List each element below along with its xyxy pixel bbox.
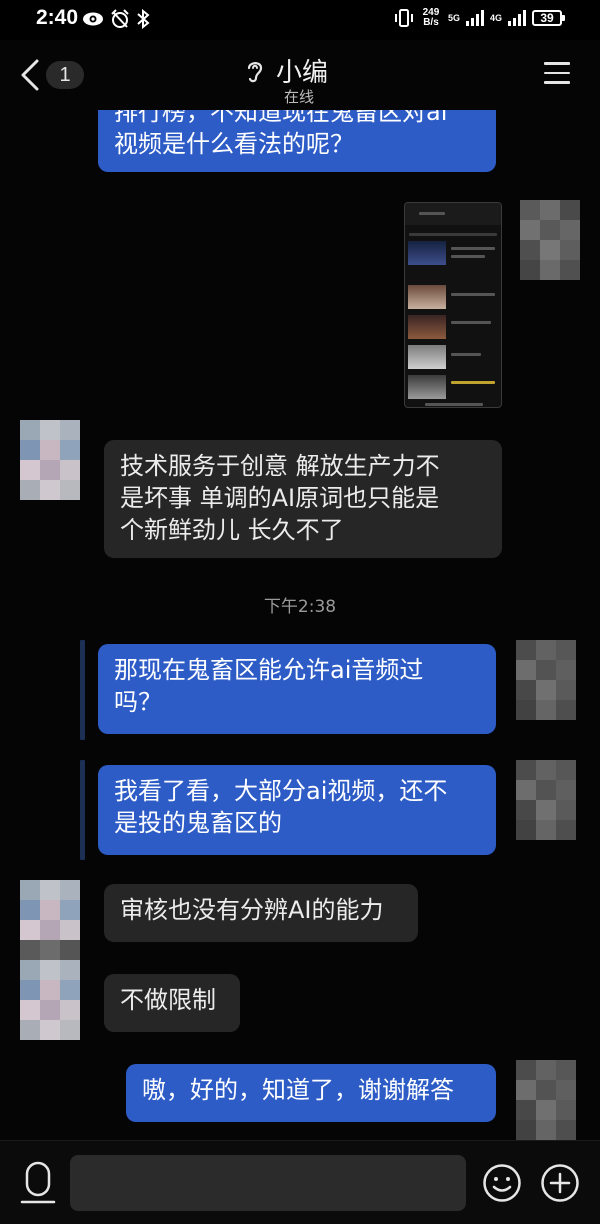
ear-icon: [247, 62, 263, 83]
avatar-self[interactable]: [516, 1060, 576, 1140]
image-message[interactable]: [404, 202, 502, 408]
chat-header: 1 小编 在线: [0, 40, 600, 110]
message-bubble-outgoing[interactable]: 排行榜，不知道现在鬼畜区对ai 视频是什么看法的呢？: [98, 110, 496, 172]
net-speed: 249 B/s: [420, 8, 442, 28]
more-button[interactable]: [540, 1163, 580, 1203]
net-speed-unit: B/s: [423, 17, 439, 28]
chevron-left-icon: [21, 59, 39, 91]
menu-button[interactable]: [544, 62, 570, 86]
contact-status: 在线: [284, 88, 315, 106]
thumb-image: [408, 285, 446, 309]
thumb-image: [408, 375, 446, 399]
thumb-tabs-line: [409, 233, 497, 236]
message-accent-bar: [80, 640, 85, 740]
thumb-title-line: [419, 212, 445, 215]
alarm-off-icon: [111, 9, 129, 28]
thumb-text-line: [451, 381, 495, 384]
message-bubble-outgoing[interactable]: 那现在鬼畜区能允许ai音频过 吗？: [98, 644, 496, 734]
smiley-icon: [483, 1164, 521, 1202]
thumb-footer-line: [425, 403, 483, 406]
menu-icon-line: [544, 81, 570, 84]
avatar-contact[interactable]: [20, 880, 80, 960]
input-bar: [0, 1140, 600, 1224]
timestamp: 下午2:38: [263, 597, 337, 617]
thumb-text-line: [451, 247, 495, 250]
network-type-2: 4G: [489, 13, 502, 23]
thumb-text-line: [451, 255, 485, 258]
thumb-text-line: [451, 353, 481, 356]
thumb-image: [408, 315, 446, 339]
status-right-icons: 249 B/s 5G 4G 39: [394, 5, 565, 31]
status-left-icons: [82, 8, 150, 30]
voice-button[interactable]: [18, 1161, 58, 1205]
microphone-icon: [20, 1161, 56, 1204]
message-accent-bar: [80, 760, 85, 860]
back-button[interactable]: 1: [20, 58, 90, 94]
avatar-self[interactable]: [516, 640, 576, 720]
bluetooth-icon: [137, 9, 150, 29]
emoji-button[interactable]: [482, 1163, 522, 1203]
message-bubble-incoming[interactable]: 技术服务于创意 解放生产力不 是坏事 单调的AI原词也只能是 个新鲜劲儿 长久不…: [104, 440, 502, 558]
signal-icon: [465, 10, 484, 26]
avatar-contact[interactable]: [20, 420, 80, 500]
eye-icon: [83, 12, 103, 26]
message-bubble-outgoing[interactable]: 我看了看，大部分ai视频，还不 是投的鬼畜区的: [98, 765, 496, 855]
contact-title[interactable]: 小编 在线: [240, 50, 360, 106]
menu-icon-line: [544, 62, 570, 65]
plus-icon: [541, 1164, 579, 1202]
battery-icon: 39: [532, 10, 565, 26]
signal-icon-2: [508, 10, 526, 26]
avatar-self[interactable]: [520, 200, 580, 280]
avatar-contact[interactable]: [20, 960, 80, 1040]
vibrate-icon: [394, 9, 413, 27]
message-input[interactable]: [70, 1155, 466, 1211]
menu-icon-line: [544, 71, 570, 74]
message-bubble-incoming[interactable]: 不做限制: [104, 974, 240, 1032]
chat-area[interactable]: 排行榜，不知道现在鬼畜区对ai 视频是什么看法的呢？ 技术服务于创意 解放生产力…: [0, 110, 600, 1140]
unread-badge: 1: [46, 61, 84, 89]
message-bubble-outgoing[interactable]: 嗷，好的，知道了，谢谢解答: [126, 1064, 496, 1122]
status-time: 2:40: [36, 6, 79, 29]
thumb-image: [408, 241, 446, 265]
thumb-text-line: [451, 293, 495, 296]
avatar-self[interactable]: [516, 760, 576, 840]
thumb-text-line: [451, 321, 491, 324]
message-bubble-incoming[interactable]: 审核也没有分辨AI的能力: [104, 884, 418, 942]
status-bar: 2:40 249 B/s 5G 4G 39: [0, 0, 600, 40]
contact-name: 小编: [276, 58, 329, 88]
thumb-image: [408, 345, 446, 369]
network-type-1: 5G: [447, 13, 460, 23]
